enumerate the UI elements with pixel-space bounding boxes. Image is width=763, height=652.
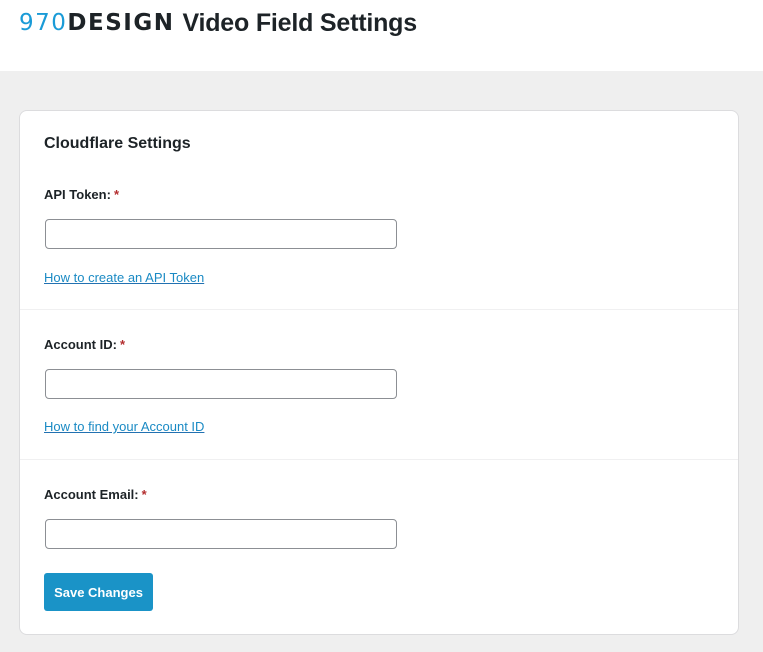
- find-account-id-link[interactable]: How to find your Account ID: [44, 419, 204, 434]
- required-marker: *: [113, 187, 119, 202]
- account-id-label-text: Account ID:: [44, 337, 117, 352]
- brand-heading: 970 DESIGN Video Field Settings: [19, 5, 417, 41]
- section-divider: [20, 459, 738, 460]
- create-api-token-link[interactable]: How to create an API Token: [44, 270, 204, 285]
- section-divider: [20, 309, 738, 310]
- api-token-input[interactable]: [45, 219, 397, 249]
- page-title: Video Field Settings: [182, 8, 417, 37]
- account-email-label: Account Email: *: [44, 487, 147, 502]
- account-id-label: Account ID: *: [44, 337, 125, 352]
- save-changes-button[interactable]: Save Changes: [44, 573, 153, 611]
- api-token-label-text: API Token:: [44, 187, 111, 202]
- cloudflare-settings-card: Cloudflare Settings API Token: * How to c…: [19, 110, 739, 635]
- required-marker: *: [119, 337, 126, 352]
- logo-number: 970: [19, 10, 68, 36]
- logo-word: DESIGN: [67, 10, 175, 36]
- section-title: Cloudflare Settings: [44, 135, 191, 152]
- api-token-label: API Token: *: [44, 187, 119, 202]
- page-header: 970 DESIGN Video Field Settings: [0, 0, 763, 71]
- account-email-label-text: Account Email:: [44, 487, 139, 502]
- account-id-input[interactable]: [45, 369, 397, 399]
- account-email-input[interactable]: [45, 519, 397, 549]
- required-marker: *: [141, 487, 147, 502]
